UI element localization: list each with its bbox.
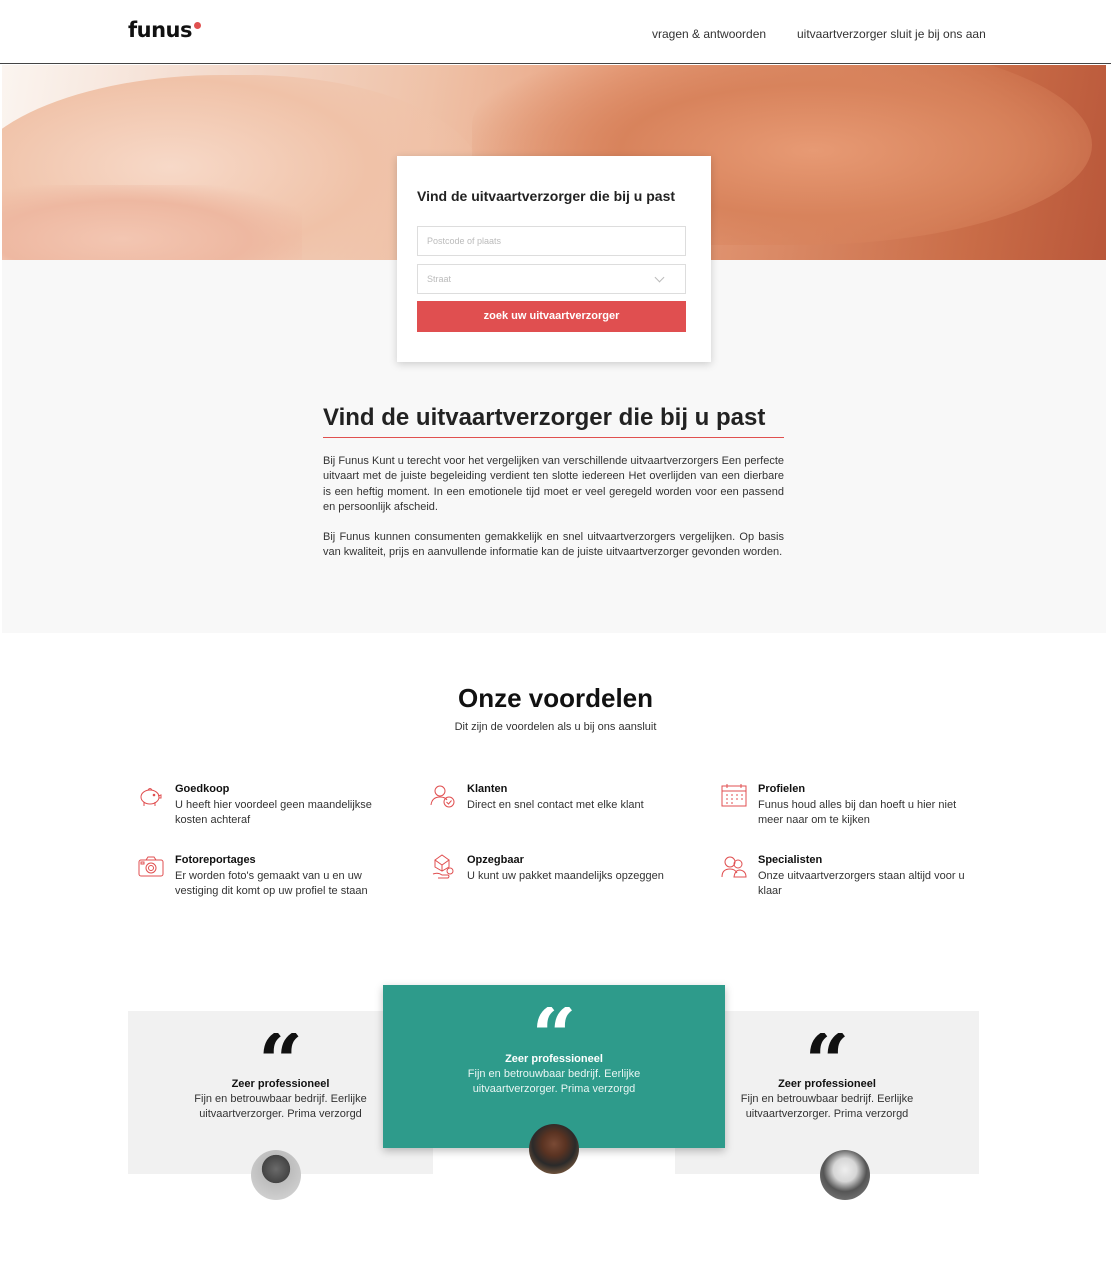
- piggy-bank-icon: [140, 788, 162, 806]
- benefit-title: Opzegbaar: [467, 854, 524, 866]
- nav-link-faq[interactable]: vragen & antwoorden: [652, 27, 766, 41]
- benefit-text: Onze uitvaartverzorgers staan altijd voo…: [758, 870, 965, 897]
- postcode-input[interactable]: Postcode of plaats: [417, 226, 686, 256]
- benefits-title: Onze voordelen: [457, 683, 654, 713]
- intro-paragraph-1: Bij Funus Kunt u terecht voor het vergel…: [323, 455, 784, 513]
- intro-divider: [323, 437, 784, 438]
- logo[interactable]: funus: [128, 18, 201, 42]
- search-card: Vind de uitvaartverzorger die bij u past…: [397, 156, 711, 362]
- benefit-text: Funus houd alles bij dan hoeft u hier ni…: [758, 799, 957, 826]
- site-header: funus vragen & antwoorden uitvaartverzor…: [0, 0, 1111, 64]
- intro-paragraph-2: Bij Funus kunnen consumenten gemakkelijk…: [323, 531, 784, 559]
- avatar: [251, 1150, 301, 1200]
- benefit-text: U heeft hier voordeel geen maandelijkse …: [175, 799, 372, 826]
- search-button[interactable]: zoek uw uitvaartverzorger: [417, 301, 686, 332]
- calendar-icon: [721, 784, 747, 807]
- testimonial-title: Zeer professioneel: [505, 1053, 603, 1065]
- benefit-text: Direct en snel contact met elke klant: [467, 799, 644, 811]
- benefit-text: Er worden foto's gemaakt van u en uw ves…: [175, 870, 368, 897]
- search-card-title: Vind de uitvaartverzorger die bij u past: [417, 188, 676, 204]
- avatar: [529, 1124, 579, 1174]
- box-hand-icon: [432, 854, 454, 879]
- people-icon: [721, 856, 747, 878]
- benefits-subtitle: Dit zijn de voordelen als u bij ons aans…: [454, 721, 657, 733]
- benefit-title: Specialisten: [758, 854, 823, 866]
- hero-sleeve: [2, 185, 302, 260]
- benefit-title: Goedkoop: [175, 783, 230, 795]
- testimonial-text: Fijn en betrouwbaar bedrijf. Eerlijke ui…: [740, 1093, 914, 1120]
- chevron-down-icon: [654, 272, 665, 283]
- camera-icon: [138, 856, 164, 877]
- avatar: [820, 1150, 870, 1200]
- benefit-text: U kunt uw pakket maandelijks opzeggen: [467, 870, 664, 882]
- straat-placeholder: Straat: [427, 274, 452, 284]
- nav-link-join[interactable]: uitvaartverzorger sluit je bij ons aan: [797, 27, 986, 41]
- testimonial-text: Fijn en betrouwbaar bedrijf. Eerlijke ui…: [467, 1068, 641, 1095]
- testimonial-text: Fijn en betrouwbaar bedrijf. Eerlijke ui…: [194, 1093, 367, 1120]
- users-check-icon: [430, 785, 455, 808]
- quote-icon: “: [531, 1007, 577, 1057]
- benefit-title: Profielen: [758, 783, 806, 795]
- logo-text: funus: [128, 18, 193, 42]
- postcode-placeholder: Postcode of plaats: [427, 236, 502, 246]
- benefit-title: Klanten: [467, 783, 508, 795]
- benefit-title: Fotoreportages: [175, 854, 256, 866]
- logo-dot-icon: [194, 22, 201, 29]
- straat-select[interactable]: Straat: [417, 264, 686, 294]
- intro-title: Vind de uitvaartverzorger die bij u past: [323, 404, 766, 431]
